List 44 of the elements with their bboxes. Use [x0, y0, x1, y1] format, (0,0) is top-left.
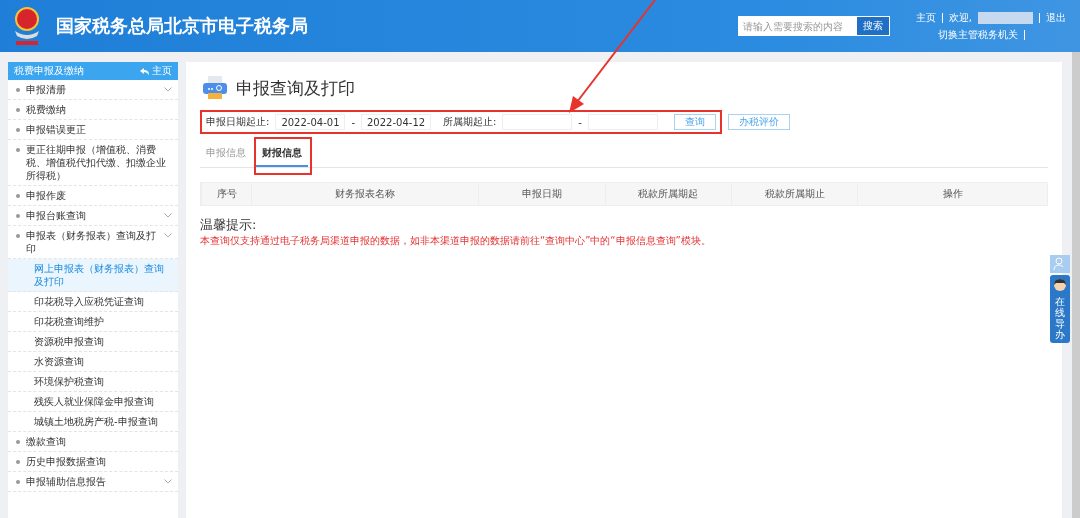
chevron-down-icon: [164, 233, 172, 238]
bullet-icon: [16, 148, 20, 152]
bullet-icon: [16, 194, 20, 198]
period-range-label: 所属期起止:: [443, 115, 497, 129]
bullet-icon: [16, 440, 20, 444]
range-separator: -: [578, 116, 582, 128]
notice-text: 本查询仅支持通过电子税务局渠道申报的数据，如非本渠道申报的数据请前往“查询中心”中的“申报信息查询”模块。: [200, 234, 712, 248]
site-title: 国家税务总局北京市电子税务局: [56, 14, 309, 38]
date-from-field[interactable]: 2022-04-01: [275, 114, 346, 130]
bullet-icon: [16, 214, 20, 218]
redacted-block: [978, 11, 1033, 24]
date-range-label: 申报日期起止:: [206, 115, 270, 129]
column-header: 税款所属期起: [604, 183, 732, 205]
printer-icon: [202, 76, 228, 100]
chevron-down-icon: [164, 213, 172, 218]
column-header: 申报日期: [478, 183, 605, 205]
bullet-icon: [16, 460, 20, 464]
date-to-field[interactable]: 2022-04-12: [361, 114, 431, 130]
page-title: 申报查询及打印: [236, 76, 355, 100]
guide-widget[interactable]: 在线导办: [1050, 275, 1070, 343]
column-header: 税款所属期止: [731, 183, 858, 205]
search-button[interactable]: 搜索: [856, 17, 889, 35]
tab[interactable]: 财报信息: [256, 142, 308, 167]
guide-label: 在线导办: [1055, 296, 1065, 340]
range-separator: -: [351, 116, 355, 128]
column-header: 序号: [201, 183, 251, 205]
bullet-icon: [16, 128, 20, 132]
column-header: 财务报表名称: [251, 183, 479, 205]
sidebar-item[interactable]: 网上申报表（财务报表）查询及打印: [8, 259, 178, 292]
search-field[interactable]: 请输入需要搜索的内容 搜索: [737, 16, 890, 36]
return-arrow-icon: [140, 67, 149, 75]
chevron-down-icon: [164, 479, 172, 484]
bullet-icon: [16, 88, 20, 92]
chevron-down-icon: [164, 87, 172, 92]
bullet-icon: [16, 108, 20, 112]
highlight-box: [254, 137, 312, 175]
welcome-text: 欢迎,: [948, 10, 972, 25]
period-from-field[interactable]: [502, 114, 573, 130]
notice-title: 温馨提示:: [200, 216, 258, 234]
sidebar-title: 税费申报及缴纳: [14, 64, 84, 78]
bullet-icon: [16, 480, 20, 484]
bullet-icon: [16, 234, 20, 238]
column-header: 操作: [857, 183, 1047, 205]
avatar-icon: [1053, 278, 1067, 292]
